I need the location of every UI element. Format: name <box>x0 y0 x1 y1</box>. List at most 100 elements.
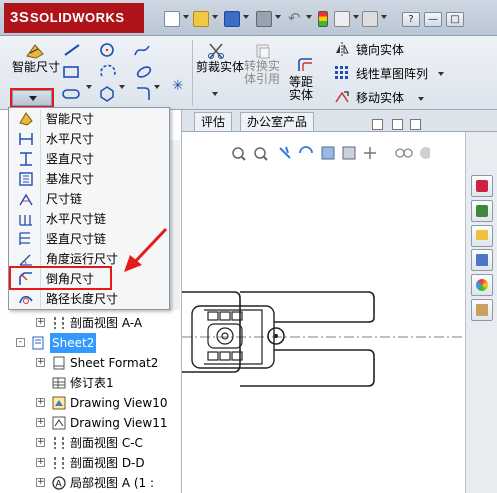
tree-row[interactable]: + 剖面视图 C-C <box>0 433 182 453</box>
heads-up-view-toolbar[interactable] <box>230 144 430 162</box>
move-entities-label[interactable]: 移动实体 <box>356 91 404 105</box>
options-gear-icon[interactable] <box>362 11 378 27</box>
spline-dropdown-arrow[interactable] <box>154 85 160 89</box>
mirror-entities-label[interactable]: 镜向实体 <box>356 43 404 57</box>
drawing-canvas[interactable] <box>182 132 465 493</box>
solidworks-logo[interactable]: 3S SOLIDWORKS <box>4 3 144 33</box>
linear-pattern-label[interactable]: 线性草图阵列 <box>356 67 428 81</box>
ribbon-separator <box>192 40 193 106</box>
expand-icon[interactable]: + <box>36 358 45 367</box>
menu-item-label: 路径长度尺寸 <box>46 292 119 306</box>
menu-item-horizontal-dimension[interactable]: 水平尺寸 <box>9 129 169 149</box>
smart-dimension-label[interactable]: 智能尺寸 <box>12 60 60 74</box>
convert-entities-label[interactable]: 转换实体引用 <box>241 60 283 86</box>
expand-icon[interactable]: + <box>36 398 45 407</box>
design-library-icon[interactable] <box>471 200 493 222</box>
save-icon[interactable] <box>224 11 240 27</box>
tab-evaluate[interactable]: 评估 <box>194 112 233 131</box>
ds-logo-mark: 3S <box>10 9 30 26</box>
menu-item-baseline-dimension[interactable]: 基准尺寸 <box>9 169 169 189</box>
undo-dropdown-arrow[interactable] <box>306 15 312 19</box>
custom-properties-icon[interactable] <box>471 299 493 321</box>
ellipse-icon[interactable] <box>135 64 153 80</box>
file-explorer-icon[interactable] <box>471 225 493 247</box>
offset-entities-label[interactable]: 等距实体 <box>286 76 316 102</box>
sheet-format-icon <box>53 356 65 370</box>
open-folder-icon[interactable] <box>193 11 209 27</box>
vertical-dimension-icon <box>20 152 32 166</box>
mirror-entities-icon[interactable] <box>334 41 350 57</box>
menu-item-label: 竖直尺寸链 <box>46 232 107 246</box>
menu-item-smart-dimension[interactable]: 智能尺寸 <box>9 109 169 129</box>
arc-icon[interactable] <box>99 64 117 80</box>
line-dropdown-arrow[interactable] <box>86 85 92 89</box>
offset-entities-icon[interactable] <box>296 56 316 74</box>
rectangle-icon[interactable] <box>62 65 80 79</box>
rebuild-traffic-light-icon[interactable] <box>318 11 328 27</box>
tile-icon[interactable] <box>372 119 383 130</box>
new-document-icon[interactable] <box>164 11 180 27</box>
appearances-icon[interactable] <box>471 274 493 296</box>
circle-dropdown-arrow[interactable] <box>119 85 125 89</box>
section-view-icon <box>54 457 64 469</box>
expand-icon[interactable]: + <box>36 458 45 467</box>
menu-item-ordinate-dimension[interactable]: 尺寸链 <box>9 189 169 209</box>
expand-icon[interactable]: + <box>36 438 45 447</box>
collapse-icon[interactable]: - <box>16 338 25 347</box>
revision-table-icon <box>52 377 66 389</box>
trim-entities-icon[interactable] <box>206 42 226 60</box>
undo-icon[interactable]: ↶ <box>288 11 304 27</box>
spline-icon[interactable] <box>133 42 151 58</box>
tree-row[interactable]: + A 局部视图 A (1 : <box>0 473 182 493</box>
open-dropdown-arrow[interactable] <box>212 15 218 19</box>
new-dropdown-arrow[interactable] <box>183 15 189 19</box>
options-dropdown-arrow[interactable] <box>381 15 387 19</box>
tree-item-label: 剖面视图 C-C <box>70 436 143 450</box>
help-button[interactable]: ? <box>402 12 420 27</box>
tab-office-products[interactable]: 办公室产品 <box>240 112 315 131</box>
print-icon[interactable] <box>256 11 272 27</box>
save-dropdown-arrow[interactable] <box>243 15 249 19</box>
part-drawing-view[interactable] <box>182 282 465 493</box>
file-properties-icon[interactable] <box>334 11 350 27</box>
tree-item-label: Drawing View11 <box>70 416 168 430</box>
tree-row[interactable]: + Drawing View10 <box>0 393 182 413</box>
smart-dimension-large-icon[interactable] <box>24 42 46 60</box>
line-icon[interactable] <box>63 43 81 57</box>
point-icon[interactable]: ✳ <box>172 78 184 94</box>
expand-icon[interactable]: + <box>36 318 45 327</box>
minimize-button[interactable]: — <box>424 12 442 27</box>
tree-row[interactable]: + Sheet Format2 <box>0 353 182 373</box>
polygon-icon[interactable] <box>99 86 115 102</box>
view-palette-icon[interactable] <box>471 249 493 271</box>
linear-pattern-icon[interactable] <box>334 65 350 81</box>
trim-entities-label[interactable]: 剪裁实体 <box>196 60 244 74</box>
properties-dropdown-arrow[interactable] <box>353 15 359 19</box>
pattern-dropdown-arrow[interactable] <box>438 72 444 76</box>
menu-item-vertical-dimension[interactable]: 竖直尺寸 <box>9 149 169 169</box>
print-dropdown-arrow[interactable] <box>275 15 281 19</box>
move-entities-icon[interactable] <box>334 89 350 105</box>
tree-item-label: 局部视图 A (1 : <box>70 476 155 490</box>
expand-icon[interactable]: + <box>36 418 45 427</box>
tree-row-sheet2[interactable]: - Sheet2 <box>0 333 182 353</box>
minimize-pane-icon[interactable] <box>392 119 403 130</box>
solidworks-resources-icon[interactable] <box>471 175 493 197</box>
menu-item-label: 智能尺寸 <box>46 112 95 126</box>
circle-icon[interactable] <box>99 42 115 58</box>
slot-icon[interactable] <box>62 87 80 101</box>
tree-row[interactable]: 修订表1 <box>0 373 182 393</box>
drawing-view-icon <box>52 396 66 410</box>
move-dropdown-arrow[interactable] <box>418 97 424 101</box>
restore-button[interactable]: □ <box>446 12 464 27</box>
fillet-icon[interactable] <box>135 86 151 102</box>
tree-row[interactable]: + 剖面视图 D-D <box>0 453 182 473</box>
trim-dropdown-arrow[interactable] <box>212 92 218 96</box>
tree-row[interactable]: + 剖面视图 A-A <box>0 313 182 333</box>
close-pane-icon[interactable] <box>410 119 421 130</box>
tree-row[interactable]: + Drawing View11 <box>0 413 182 433</box>
menu-item-path-length[interactable]: 路径长度尺寸 <box>9 289 169 309</box>
tree-item-label: Drawing View10 <box>70 396 168 410</box>
convert-entities-icon[interactable] <box>254 42 272 60</box>
expand-icon[interactable]: + <box>36 478 45 487</box>
